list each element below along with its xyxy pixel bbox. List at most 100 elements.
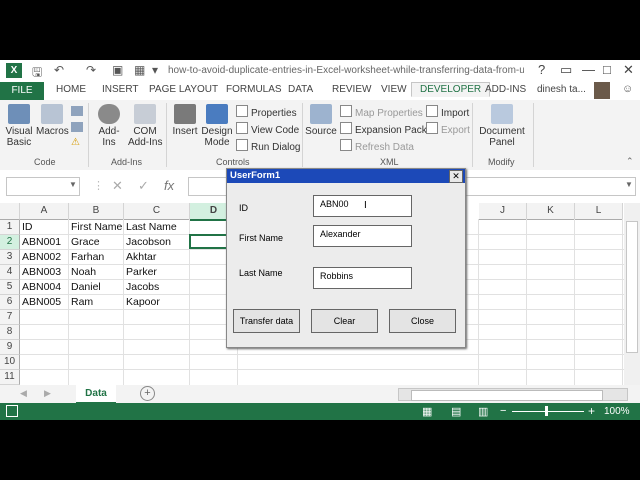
page-layout-view-icon[interactable]: ▤ xyxy=(451,405,461,418)
macro-security-icon[interactable]: ⚠ xyxy=(71,137,80,148)
scroll-sheets-left-icon[interactable]: ◀ xyxy=(20,388,27,399)
horizontal-scroll-thumb[interactable] xyxy=(411,390,603,401)
name-box-dropdown-icon[interactable]: ▼ xyxy=(69,180,77,189)
row-header-2[interactable]: 2 xyxy=(0,235,20,250)
cell-a5[interactable]: ABN004 xyxy=(20,281,61,293)
tab-file[interactable]: FILE xyxy=(0,82,44,100)
table-icon[interactable]: ▦ xyxy=(134,63,145,77)
cell-c6[interactable]: Kapoor xyxy=(124,296,160,308)
cell-a2[interactable]: ABN001 xyxy=(20,236,61,248)
tab-review[interactable]: REVIEW xyxy=(332,84,371,95)
cell-a3[interactable]: ABN002 xyxy=(20,251,61,263)
macro-recording-icon[interactable] xyxy=(6,405,18,417)
id-input[interactable]: ABN00 xyxy=(313,195,412,217)
insert-control-button[interactable]: Insert xyxy=(170,104,200,137)
tab-home[interactable]: HOME xyxy=(56,84,86,95)
user-name[interactable]: dinesh ta... xyxy=(537,84,586,95)
cell-b2[interactable]: Grace xyxy=(69,236,100,248)
transfer-data-button[interactable]: Transfer data xyxy=(233,309,300,333)
cell-c3[interactable]: Akhtar xyxy=(124,251,156,263)
zoom-slider[interactable] xyxy=(512,411,584,412)
enter-entry-icon[interactable]: ✓ xyxy=(138,178,149,194)
cell-b6[interactable]: Ram xyxy=(69,296,93,308)
smiley-icon[interactable]: ☺ xyxy=(622,83,633,95)
close-button[interactable]: Close xyxy=(389,309,456,333)
tab-developer[interactable]: DEVELOPER xyxy=(411,82,491,97)
row-header-9[interactable]: 9 xyxy=(0,340,20,355)
maximize-icon[interactable]: □ xyxy=(603,62,611,77)
normal-view-icon[interactable]: ▦ xyxy=(422,405,432,418)
column-header-a[interactable]: A xyxy=(20,203,69,220)
cell-b3[interactable]: Farhan xyxy=(69,251,104,263)
row-header-1[interactable]: 1 xyxy=(0,220,20,235)
vertical-scrollbar[interactable] xyxy=(624,203,640,385)
row-header-3[interactable]: 3 xyxy=(0,250,20,265)
vertical-scroll-thumb[interactable] xyxy=(626,221,638,353)
avatar[interactable] xyxy=(594,82,610,99)
undo-icon[interactable]: ↶ xyxy=(54,63,64,77)
cell-a1[interactable]: ID xyxy=(20,221,33,233)
tab-page-layout[interactable]: PAGE LAYOUT xyxy=(149,84,218,95)
macros-button[interactable]: Macros xyxy=(36,104,69,137)
userform-title-bar[interactable]: UserForm1 xyxy=(227,169,465,183)
clear-button[interactable]: Clear xyxy=(311,309,378,333)
tab-view[interactable]: VIEW xyxy=(381,84,407,95)
relative-references-icon[interactable] xyxy=(71,122,83,132)
cell-c2[interactable]: Jacobson xyxy=(124,236,171,248)
row-header-5[interactable]: 5 xyxy=(0,280,20,295)
zoom-in-icon[interactable]: + xyxy=(588,404,595,418)
scroll-sheets-right-icon[interactable]: ▶ xyxy=(44,388,51,399)
row-header-4[interactable]: 4 xyxy=(0,265,20,280)
tab-insert[interactable]: INSERT xyxy=(102,84,139,95)
properties-button[interactable]: Properties xyxy=(236,105,297,119)
expand-formula-bar-icon[interactable]: ▼ xyxy=(625,180,633,189)
record-macro-icon[interactable] xyxy=(71,106,83,116)
save-icon[interactable]: 🖫 xyxy=(32,63,42,84)
form-icon[interactable]: ▣ xyxy=(112,63,123,77)
add-ins-button[interactable]: Add-Ins xyxy=(92,104,126,148)
zoom-slider-thumb[interactable] xyxy=(545,406,548,416)
userform-close-icon[interactable]: ✕ xyxy=(449,170,463,183)
cell-b1[interactable]: First Name xyxy=(69,221,122,233)
export-button[interactable]: Export xyxy=(426,122,470,136)
row-header-8[interactable]: 8 xyxy=(0,325,20,340)
ribbon-display-icon[interactable]: ▭ xyxy=(560,62,572,78)
column-header-b[interactable]: B xyxy=(69,203,124,220)
run-dialog-button[interactable]: Run Dialog xyxy=(236,139,300,153)
cell-a4[interactable]: ABN003 xyxy=(20,266,61,278)
row-header-7[interactable]: 7 xyxy=(0,310,20,325)
customize-toolbar-icon[interactable]: ▾ xyxy=(152,63,158,77)
row-header-11[interactable]: 11 xyxy=(0,370,20,385)
horizontal-scrollbar[interactable] xyxy=(398,388,628,401)
redo-icon[interactable]: ↷ xyxy=(86,63,96,77)
cancel-entry-icon[interactable]: ✕ xyxy=(112,178,123,194)
new-sheet-icon[interactable]: + xyxy=(140,386,155,401)
tab-add-ins[interactable]: ADD-INS xyxy=(485,84,526,95)
view-code-button[interactable]: View Code xyxy=(236,122,299,136)
sheet-tab-data[interactable]: Data xyxy=(76,385,116,404)
map-properties-button[interactable]: Map Properties xyxy=(340,105,423,119)
cell-b5[interactable]: Daniel xyxy=(69,281,101,293)
last-name-input[interactable]: Robbins xyxy=(313,267,412,289)
document-panel-button[interactable]: Document Panel xyxy=(476,104,528,148)
com-add-ins-button[interactable]: COM Add-Ins xyxy=(128,104,162,148)
first-name-input[interactable]: Alexander xyxy=(313,225,412,247)
column-header-c[interactable]: C xyxy=(124,203,190,220)
select-all-corner[interactable] xyxy=(0,203,20,220)
column-header-j[interactable]: J xyxy=(479,203,527,220)
tab-formulas[interactable]: FORMULAS xyxy=(226,84,282,95)
cell-c1[interactable]: Last Name xyxy=(124,221,177,233)
design-mode-button[interactable]: Design Mode xyxy=(200,104,234,148)
column-header-l[interactable]: L xyxy=(575,203,623,220)
row-header-6[interactable]: 6 xyxy=(0,295,20,310)
column-header-k[interactable]: K xyxy=(527,203,575,220)
help-icon[interactable]: ? xyxy=(538,62,545,77)
import-button[interactable]: Import xyxy=(426,105,469,119)
source-button[interactable]: Source xyxy=(305,104,337,137)
visual-basic-button[interactable]: Visual Basic xyxy=(2,104,36,148)
expansion-packs-button[interactable]: Expansion Packs xyxy=(340,122,432,136)
zoom-out-icon[interactable]: − xyxy=(500,405,506,417)
tab-data[interactable]: DATA xyxy=(288,84,313,95)
cell-c5[interactable]: Jacobs xyxy=(124,281,159,293)
collapse-ribbon-icon[interactable]: ⌃ xyxy=(626,156,634,167)
